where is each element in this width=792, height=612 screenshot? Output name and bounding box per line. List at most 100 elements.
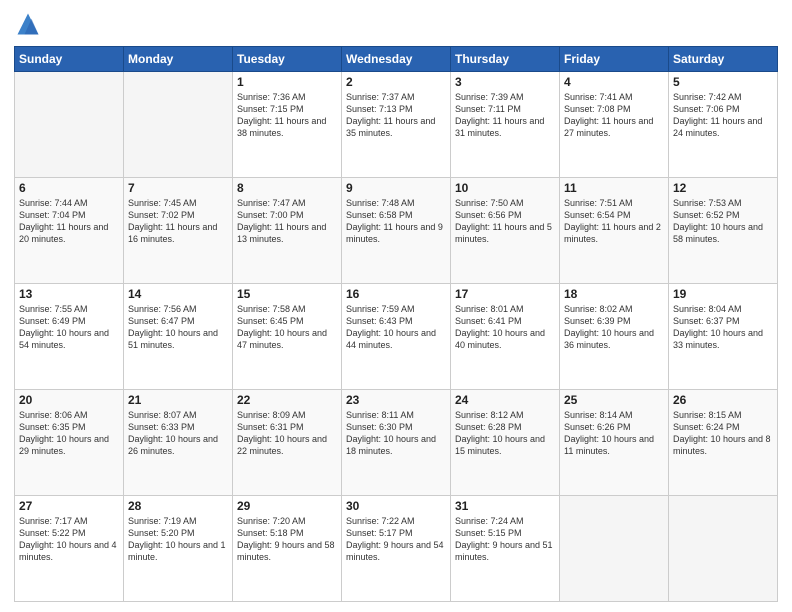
day-number: 28 bbox=[128, 499, 228, 513]
calendar-cell: 20 Sunrise: 8:06 AM Sunset: 6:35 PM Dayli… bbox=[15, 390, 124, 496]
calendar-cell: 8 Sunrise: 7:47 AM Sunset: 7:00 PM Daylig… bbox=[233, 178, 342, 284]
day-number: 29 bbox=[237, 499, 337, 513]
day-info: Sunrise: 8:06 AM Sunset: 6:35 PM Dayligh… bbox=[19, 409, 119, 458]
day-info: Sunrise: 7:37 AM Sunset: 7:13 PM Dayligh… bbox=[346, 91, 446, 140]
day-number: 19 bbox=[673, 287, 773, 301]
calendar-cell: 29 Sunrise: 7:20 AM Sunset: 5:18 PM Dayli… bbox=[233, 496, 342, 602]
day-info: Sunrise: 7:36 AM Sunset: 7:15 PM Dayligh… bbox=[237, 91, 337, 140]
day-info: Sunrise: 7:55 AM Sunset: 6:49 PM Dayligh… bbox=[19, 303, 119, 352]
day-info: Sunrise: 8:11 AM Sunset: 6:30 PM Dayligh… bbox=[346, 409, 446, 458]
day-number: 12 bbox=[673, 181, 773, 195]
calendar-cell: 6 Sunrise: 7:44 AM Sunset: 7:04 PM Daylig… bbox=[15, 178, 124, 284]
weekday-header-thursday: Thursday bbox=[451, 47, 560, 72]
day-info: Sunrise: 7:20 AM Sunset: 5:18 PM Dayligh… bbox=[237, 515, 337, 564]
day-info: Sunrise: 7:56 AM Sunset: 6:47 PM Dayligh… bbox=[128, 303, 228, 352]
day-info: Sunrise: 7:47 AM Sunset: 7:00 PM Dayligh… bbox=[237, 197, 337, 246]
day-info: Sunrise: 7:19 AM Sunset: 5:20 PM Dayligh… bbox=[128, 515, 228, 564]
weekday-header-saturday: Saturday bbox=[669, 47, 778, 72]
calendar-cell bbox=[560, 496, 669, 602]
calendar-cell: 4 Sunrise: 7:41 AM Sunset: 7:08 PM Daylig… bbox=[560, 72, 669, 178]
weekday-header-wednesday: Wednesday bbox=[342, 47, 451, 72]
day-info: Sunrise: 7:17 AM Sunset: 5:22 PM Dayligh… bbox=[19, 515, 119, 564]
day-number: 24 bbox=[455, 393, 555, 407]
calendar-week-row: 13Sunrise: 7:55 AM Sunset: 6:49 PM Dayli… bbox=[15, 284, 778, 390]
day-number: 20 bbox=[19, 393, 119, 407]
day-info: Sunrise: 7:51 AM Sunset: 6:54 PM Dayligh… bbox=[564, 197, 664, 246]
day-number: 18 bbox=[564, 287, 664, 301]
day-info: Sunrise: 7:53 AM Sunset: 6:52 PM Dayligh… bbox=[673, 197, 773, 246]
calendar-cell: 30 Sunrise: 7:22 AM Sunset: 5:17 PM Dayli… bbox=[342, 496, 451, 602]
weekday-header-sunday: Sunday bbox=[15, 47, 124, 72]
calendar-cell: 24 Sunrise: 8:12 AM Sunset: 6:28 PM Dayli… bbox=[451, 390, 560, 496]
day-number: 23 bbox=[346, 393, 446, 407]
day-number: 4 bbox=[564, 75, 664, 89]
calendar-cell: 7 Sunrise: 7:45 AM Sunset: 7:02 PM Daylig… bbox=[124, 178, 233, 284]
day-number: 5 bbox=[673, 75, 773, 89]
logo bbox=[14, 10, 46, 38]
calendar-cell: 14 Sunrise: 7:56 AM Sunset: 6:47 PM Dayli… bbox=[124, 284, 233, 390]
day-info: Sunrise: 7:44 AM Sunset: 7:04 PM Dayligh… bbox=[19, 197, 119, 246]
day-number: 2 bbox=[346, 75, 446, 89]
day-info: Sunrise: 8:04 AM Sunset: 6:37 PM Dayligh… bbox=[673, 303, 773, 352]
day-number: 14 bbox=[128, 287, 228, 301]
day-number: 26 bbox=[673, 393, 773, 407]
day-number: 10 bbox=[455, 181, 555, 195]
day-info: Sunrise: 7:45 AM Sunset: 7:02 PM Dayligh… bbox=[128, 197, 228, 246]
calendar-cell: 10 Sunrise: 7:50 AM Sunset: 6:56 PM Dayli… bbox=[451, 178, 560, 284]
calendar-cell: 11Sunrise: 7:51 AM Sunset: 6:54 PM Dayli… bbox=[560, 178, 669, 284]
day-info: Sunrise: 7:39 AM Sunset: 7:11 PM Dayligh… bbox=[455, 91, 555, 140]
day-number: 9 bbox=[346, 181, 446, 195]
day-number: 3 bbox=[455, 75, 555, 89]
day-info: Sunrise: 8:01 AM Sunset: 6:41 PM Dayligh… bbox=[455, 303, 555, 352]
calendar-cell: 9 Sunrise: 7:48 AM Sunset: 6:58 PM Daylig… bbox=[342, 178, 451, 284]
calendar-cell: 23 Sunrise: 8:11 AM Sunset: 6:30 PM Dayli… bbox=[342, 390, 451, 496]
calendar-cell: 17Sunrise: 8:01 AM Sunset: 6:41 PM Dayli… bbox=[451, 284, 560, 390]
day-info: Sunrise: 8:09 AM Sunset: 6:31 PM Dayligh… bbox=[237, 409, 337, 458]
calendar-cell bbox=[15, 72, 124, 178]
calendar-cell: 5 Sunrise: 7:42 AM Sunset: 7:06 PM Daylig… bbox=[669, 72, 778, 178]
day-info: Sunrise: 7:24 AM Sunset: 5:15 PM Dayligh… bbox=[455, 515, 555, 564]
day-number: 8 bbox=[237, 181, 337, 195]
day-number: 16 bbox=[346, 287, 446, 301]
weekday-header-friday: Friday bbox=[560, 47, 669, 72]
calendar-cell: 31 Sunrise: 7:24 AM Sunset: 5:15 PM Dayli… bbox=[451, 496, 560, 602]
calendar-cell: 22 Sunrise: 8:09 AM Sunset: 6:31 PM Dayli… bbox=[233, 390, 342, 496]
day-info: Sunrise: 7:42 AM Sunset: 7:06 PM Dayligh… bbox=[673, 91, 773, 140]
calendar-cell: 2 Sunrise: 7:37 AM Sunset: 7:13 PM Daylig… bbox=[342, 72, 451, 178]
calendar-cell bbox=[669, 496, 778, 602]
day-number: 31 bbox=[455, 499, 555, 513]
day-info: Sunrise: 7:50 AM Sunset: 6:56 PM Dayligh… bbox=[455, 197, 555, 246]
calendar-cell: 3 Sunrise: 7:39 AM Sunset: 7:11 PM Daylig… bbox=[451, 72, 560, 178]
day-number: 6 bbox=[19, 181, 119, 195]
calendar-cell: 26 Sunrise: 8:15 AM Sunset: 6:24 PM Dayli… bbox=[669, 390, 778, 496]
day-number: 25 bbox=[564, 393, 664, 407]
day-info: Sunrise: 7:48 AM Sunset: 6:58 PM Dayligh… bbox=[346, 197, 446, 246]
calendar-week-row: 20 Sunrise: 8:06 AM Sunset: 6:35 PM Dayli… bbox=[15, 390, 778, 496]
calendar-cell: 25 Sunrise: 8:14 AM Sunset: 6:26 PM Dayli… bbox=[560, 390, 669, 496]
day-number: 21 bbox=[128, 393, 228, 407]
calendar-cell: 21 Sunrise: 8:07 AM Sunset: 6:33 PM Dayli… bbox=[124, 390, 233, 496]
day-info: Sunrise: 8:15 AM Sunset: 6:24 PM Dayligh… bbox=[673, 409, 773, 458]
generalblue-logo-icon bbox=[14, 10, 42, 38]
calendar-cell: 15Sunrise: 7:58 AM Sunset: 6:45 PM Dayli… bbox=[233, 284, 342, 390]
calendar-week-row: 6 Sunrise: 7:44 AM Sunset: 7:04 PM Daylig… bbox=[15, 178, 778, 284]
day-info: Sunrise: 8:12 AM Sunset: 6:28 PM Dayligh… bbox=[455, 409, 555, 458]
day-info: Sunrise: 7:41 AM Sunset: 7:08 PM Dayligh… bbox=[564, 91, 664, 140]
day-number: 27 bbox=[19, 499, 119, 513]
calendar-cell: 27 Sunrise: 7:17 AM Sunset: 5:22 PM Dayli… bbox=[15, 496, 124, 602]
weekday-header-monday: Monday bbox=[124, 47, 233, 72]
day-number: 22 bbox=[237, 393, 337, 407]
day-number: 1 bbox=[237, 75, 337, 89]
day-number: 7 bbox=[128, 181, 228, 195]
day-info: Sunrise: 7:58 AM Sunset: 6:45 PM Dayligh… bbox=[237, 303, 337, 352]
calendar-table: SundayMondayTuesdayWednesdayThursdayFrid… bbox=[14, 46, 778, 602]
day-info: Sunrise: 7:22 AM Sunset: 5:17 PM Dayligh… bbox=[346, 515, 446, 564]
day-info: Sunrise: 8:14 AM Sunset: 6:26 PM Dayligh… bbox=[564, 409, 664, 458]
calendar-cell: 12 Sunrise: 7:53 AM Sunset: 6:52 PM Dayli… bbox=[669, 178, 778, 284]
day-info: Sunrise: 8:07 AM Sunset: 6:33 PM Dayligh… bbox=[128, 409, 228, 458]
day-info: Sunrise: 7:59 AM Sunset: 6:43 PM Dayligh… bbox=[346, 303, 446, 352]
day-number: 30 bbox=[346, 499, 446, 513]
calendar-cell: 16 Sunrise: 7:59 AM Sunset: 6:43 PM Dayli… bbox=[342, 284, 451, 390]
calendar-cell: 28 Sunrise: 7:19 AM Sunset: 5:20 PM Dayli… bbox=[124, 496, 233, 602]
calendar-cell: 13Sunrise: 7:55 AM Sunset: 6:49 PM Dayli… bbox=[15, 284, 124, 390]
